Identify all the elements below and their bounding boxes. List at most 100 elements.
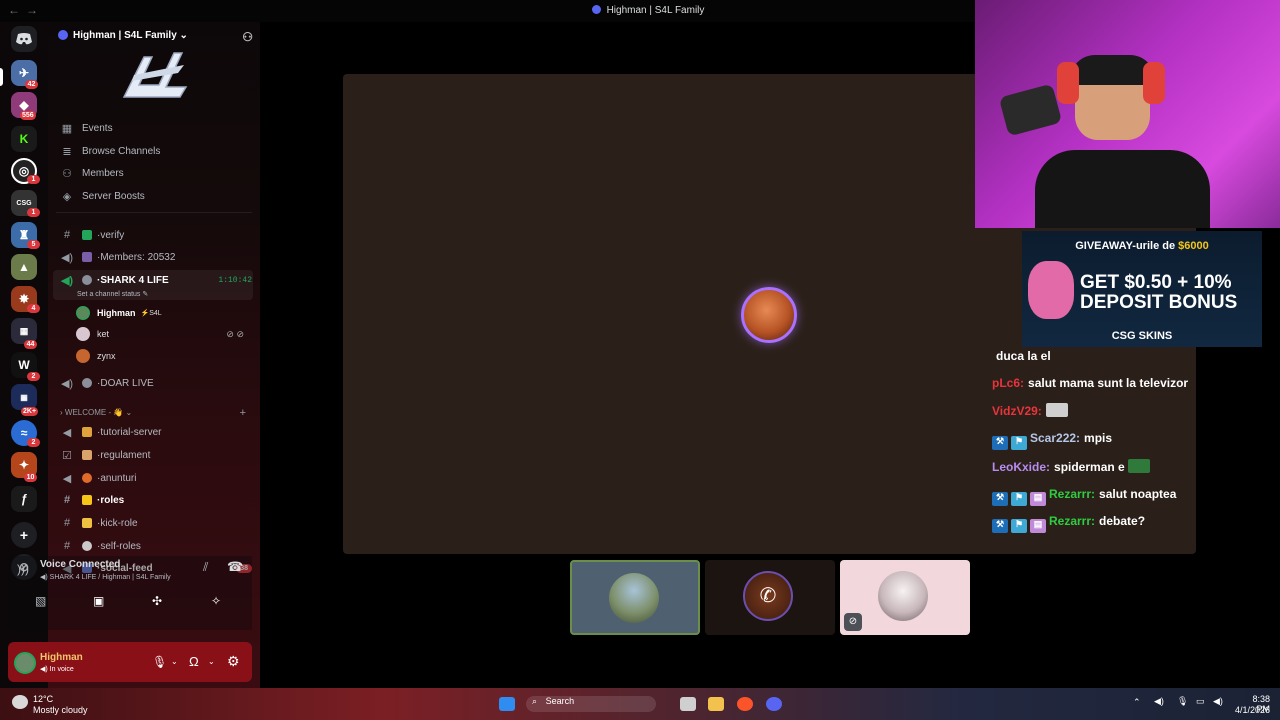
badge: 42 bbox=[25, 80, 38, 89]
voice-status: Voice Connected bbox=[40, 559, 121, 570]
category-welcome[interactable]: › WELCOME - 👋 ⌄ + bbox=[60, 407, 252, 419]
channel-roles[interactable]: # · roles bbox=[55, 490, 252, 510]
menu-events[interactable]: ▦ Events bbox=[55, 118, 252, 138]
vip-badge-icon: ⚑ bbox=[1011, 519, 1027, 533]
chevron-down-icon[interactable]: ⌄ bbox=[208, 657, 215, 666]
sparkle-emoji-icon bbox=[82, 518, 92, 528]
windows-start-icon[interactable] bbox=[499, 697, 515, 711]
channel-tutorial-server[interactable]: ◀ · tutorial-server bbox=[55, 422, 252, 442]
channel-self-roles[interactable]: # · self-roles bbox=[55, 536, 252, 556]
chat-message: ⚒ ⚑ Scar222: mpis bbox=[992, 431, 1112, 450]
headphones bbox=[1143, 62, 1165, 104]
announcement-icon: ◀ bbox=[62, 472, 72, 485]
clock-date[interactable]: 4/1/2026 bbox=[1232, 705, 1270, 715]
channel-doar-live[interactable]: ◀) · DOAR LIVE bbox=[55, 373, 252, 393]
vip-badge-icon: ⚑ bbox=[1011, 436, 1027, 450]
voice-user-highman[interactable]: Highman ⚡S4L bbox=[76, 304, 248, 322]
channel-status-prompt[interactable]: Set a channel status ✎ bbox=[77, 290, 148, 298]
server-icon-14[interactable]: ƒ bbox=[11, 486, 37, 512]
kick-server-icon[interactable]: K bbox=[11, 126, 37, 152]
channel-regulament[interactable]: ☑ · regulament bbox=[55, 445, 252, 465]
server-header[interactable]: Highman | S4L Family ⌄ ⚇ bbox=[58, 30, 253, 46]
hash-icon: # bbox=[63, 540, 71, 552]
list-icon: ≣ bbox=[62, 145, 72, 158]
speaker-icon: ◀) bbox=[60, 251, 74, 264]
headphones-icon[interactable]: Ω bbox=[189, 654, 199, 669]
camera-off-icon[interactable]: ▧ bbox=[35, 594, 46, 608]
voice-timer: 1:10:42 bbox=[218, 275, 252, 285]
add-server-icon[interactable]: + bbox=[11, 522, 37, 548]
hash-icon: # bbox=[63, 517, 71, 529]
avatar[interactable] bbox=[14, 652, 36, 674]
channel-members-count[interactable]: ◀) · Members: 20532 bbox=[55, 247, 252, 267]
badge: 2 bbox=[27, 372, 40, 381]
participant-tile-2[interactable]: ✆ bbox=[705, 560, 835, 635]
participant-tile-3[interactable]: ⊘ bbox=[840, 560, 970, 635]
menu-browse-channels[interactable]: ≣ Browse Channels bbox=[55, 141, 252, 161]
badge: 44 bbox=[24, 340, 37, 349]
shark-emoji-icon bbox=[82, 275, 92, 285]
channel-anunturi[interactable]: ◀ · anunturi bbox=[55, 468, 252, 488]
avatar bbox=[76, 349, 90, 363]
chevron-up-icon[interactable]: ⌃ bbox=[1133, 697, 1141, 708]
muted-deafened-icon: ⊘ ⊘ bbox=[226, 328, 244, 339]
cat-emote-icon bbox=[1045, 403, 1068, 417]
ad-brand: CSG SKINS bbox=[1111, 330, 1173, 342]
weather-icon bbox=[12, 695, 28, 709]
avatar bbox=[609, 573, 659, 623]
moderator-badge-icon: ⚒ bbox=[992, 492, 1008, 506]
screen-share-icon[interactable]: ▣ bbox=[93, 594, 104, 608]
user-panel: Highman ◀) In voice 🎙 ⌄ Ω ⌄ ⚙ bbox=[8, 642, 252, 682]
volume-icon[interactable]: ◀) bbox=[1213, 696, 1223, 707]
shirt bbox=[1035, 150, 1210, 228]
search-box[interactable]: ⌕ Search bbox=[526, 696, 656, 712]
streamer-webcam bbox=[975, 0, 1280, 228]
speaking-user-avatar[interactable] bbox=[741, 287, 797, 343]
divider bbox=[56, 212, 252, 213]
noise-suppression-icon[interactable]: ⫽ bbox=[203, 560, 208, 575]
network-icon[interactable]: ▭ bbox=[1196, 696, 1205, 707]
menu-members[interactable]: ⚇ Members bbox=[55, 163, 252, 183]
soundboard-icon[interactable]: ✧ bbox=[211, 594, 221, 608]
menu-server-boosts[interactable]: ◈ Server Boosts bbox=[55, 186, 252, 206]
voice-user-zynx[interactable]: zynx bbox=[76, 347, 248, 365]
server-icon-7[interactable]: ▲ bbox=[11, 254, 37, 280]
invite-people-icon[interactable]: ⚇ bbox=[242, 30, 253, 44]
camera-off-icon: ⊘ bbox=[844, 613, 862, 631]
hash-icon: # bbox=[63, 494, 71, 506]
username: Highman bbox=[40, 652, 83, 663]
headphones bbox=[1057, 62, 1079, 104]
disconnect-icon[interactable]: ☎ bbox=[227, 559, 243, 575]
server-guild-icon bbox=[58, 30, 68, 40]
badge: 2 bbox=[27, 438, 40, 447]
badge: 5 bbox=[27, 240, 40, 249]
add-channel-icon[interactable]: + bbox=[240, 407, 246, 419]
microphone-icon[interactable]: 🎙 bbox=[152, 655, 167, 669]
brave-browser-icon[interactable] bbox=[737, 697, 753, 711]
voice-location[interactable]: ◀) SHARK 4 LIFE / Highman | S4L Family bbox=[40, 573, 171, 581]
microphone bbox=[998, 83, 1063, 137]
activities-icon[interactable]: ✣ bbox=[152, 594, 162, 608]
chevron-down-icon[interactable]: ⌄ bbox=[171, 657, 178, 666]
sponsor-ad-banner: GIVEAWAY-urile de $6000 GET $0.50 + 10% … bbox=[1022, 231, 1262, 347]
microphone-icon[interactable]: 🎙 bbox=[1177, 696, 1188, 707]
weather-text[interactable]: Mostly cloudy bbox=[33, 705, 88, 715]
voice-user-ket[interactable]: ket ⊘ ⊘ bbox=[76, 325, 248, 343]
discord-home-icon[interactable] bbox=[11, 26, 37, 52]
voice-connected-panel: ))) Voice Connected ◀) SHARK 4 LIFE / Hi… bbox=[8, 556, 252, 630]
badge: 556 bbox=[20, 111, 36, 120]
settings-gear-icon[interactable]: ⚙ bbox=[227, 653, 240, 670]
task-view-icon[interactable] bbox=[680, 697, 696, 711]
channel-shark-4-life[interactable]: ◀) · SHARK 4 LIFE 1:10:42 bbox=[55, 270, 252, 290]
rules-icon: ☑ bbox=[62, 449, 72, 462]
channel-kick-role[interactable]: # · kick-role bbox=[55, 513, 252, 533]
person-emoji-icon bbox=[82, 252, 92, 262]
speaker-icon[interactable]: ◀) bbox=[1154, 696, 1164, 707]
discord-taskbar-icon[interactable] bbox=[766, 697, 782, 711]
participant-tile-1[interactable] bbox=[570, 560, 700, 635]
badge: 10 bbox=[24, 473, 37, 482]
mascot-image bbox=[1028, 261, 1074, 319]
file-explorer-icon[interactable] bbox=[708, 697, 724, 711]
avatar bbox=[878, 571, 928, 621]
channel-verify[interactable]: # · verify bbox=[55, 225, 252, 245]
